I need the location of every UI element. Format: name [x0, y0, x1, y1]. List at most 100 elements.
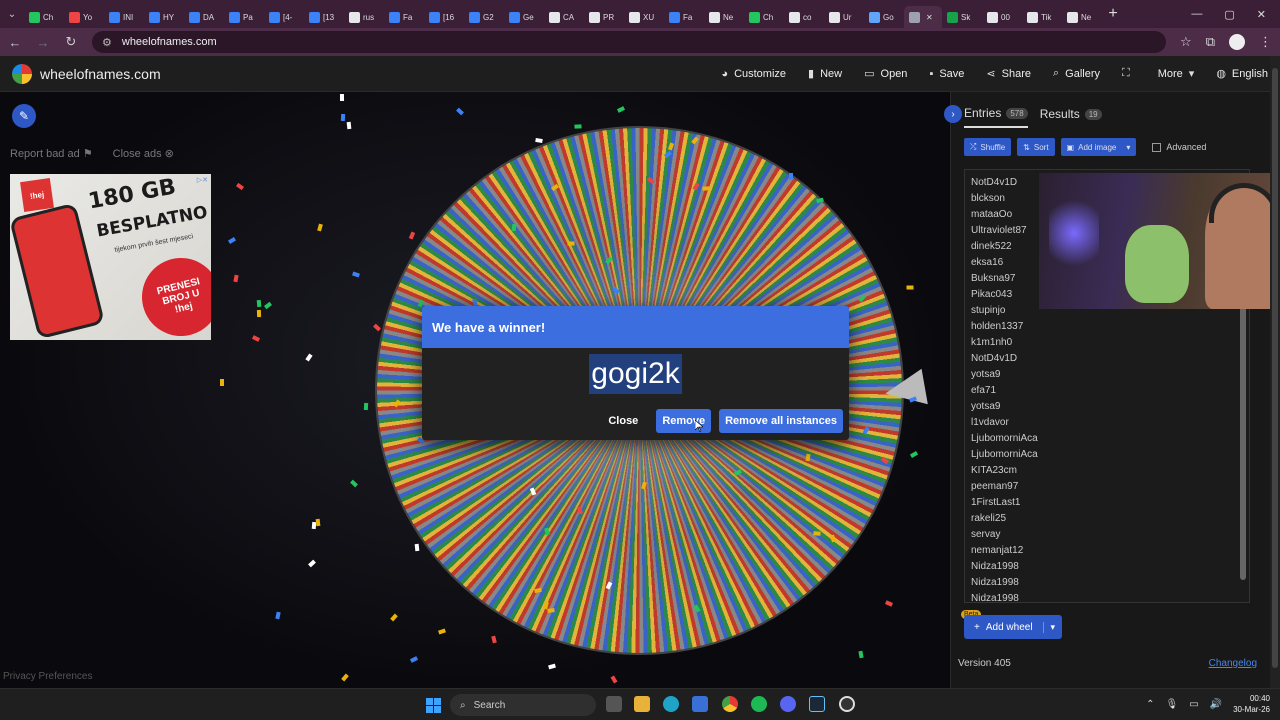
microphone-icon[interactable]: 🎙	[1165, 699, 1178, 710]
site-info-icon[interactable]: ⚙	[102, 36, 112, 49]
menu-open[interactable]: ▭ Open	[864, 67, 907, 81]
add-image-button[interactable]: ▣ Add image ▾	[1060, 138, 1137, 156]
entry-line: LjubomorniAca	[971, 433, 1038, 444]
display-icon[interactable]: ▭	[1189, 699, 1198, 710]
back-icon[interactable]: ←	[8, 35, 22, 50]
panel-tab-results[interactable]: Results 19	[1040, 106, 1102, 128]
collapse-panel-button[interactable]: ›	[944, 105, 962, 123]
add-wheel-dropdown[interactable]: ▾	[1042, 621, 1063, 633]
browser-tab[interactable]: Yo	[64, 6, 104, 28]
browser-tab[interactable]: CA	[544, 6, 584, 28]
browser-tab[interactable]: Ur	[824, 6, 864, 28]
spotify-icon[interactable]	[751, 696, 767, 712]
browser-tab[interactable]: [16	[424, 6, 464, 28]
browser-tab[interactable]: INI	[104, 6, 144, 28]
browser-tab[interactable]: 00	[982, 6, 1022, 28]
ad-banner[interactable]: !hej 180 GB BESPLATNO tijekom prvih šest…	[10, 174, 211, 340]
browser-tab[interactable]: Tik	[1022, 6, 1062, 28]
windows-taskbar: ⌕ Search ⌃ 🎙 ▭ 🔊 00:40 30-Mar-26	[0, 688, 1280, 720]
shuffle-button[interactable]: ⤮ Shuffle	[964, 138, 1012, 156]
browser-tab[interactable]: Pa	[224, 6, 264, 28]
browser-tab[interactable]: PR	[584, 6, 624, 28]
page-scrollbar-thumb[interactable]	[1272, 68, 1278, 668]
discord-icon[interactable]	[780, 696, 796, 712]
add-wheel-main[interactable]: + Add wheel	[964, 622, 1043, 633]
browser-tab[interactable]: Ch	[24, 6, 64, 28]
chrome-icon[interactable]	[722, 696, 738, 712]
confetti-piece	[256, 299, 262, 307]
new-tab-button[interactable]: +	[1102, 5, 1124, 23]
browser-tab[interactable]: Go	[864, 6, 904, 28]
task-view-icon[interactable]	[606, 696, 622, 712]
changelog-link[interactable]: Changelog	[1209, 658, 1257, 669]
maximize-icon[interactable]: ▢	[1224, 8, 1234, 21]
add-wheel-button[interactable]: + Add wheel ▾	[964, 615, 1063, 639]
remove-all-instances-button[interactable]: Remove all instances	[719, 409, 843, 433]
browser-tab[interactable]: Fa	[664, 6, 704, 28]
taskbar-search[interactable]: ⌕ Search	[450, 694, 596, 716]
menu-language[interactable]: ◍ English	[1216, 67, 1268, 81]
url-field[interactable]: ⚙ wheelofnames.com	[92, 31, 1167, 53]
close-window-icon[interactable]: ✕	[1257, 8, 1266, 21]
browser-tab[interactable]: Ne	[704, 6, 744, 28]
browser-tab[interactable]: ✕	[904, 6, 942, 28]
confetti-piece	[227, 236, 236, 244]
advanced-checkbox[interactable]: Advanced	[1152, 142, 1206, 152]
tab-favicon-icon	[149, 11, 160, 23]
sort-button[interactable]: ⇅ Sort	[1017, 138, 1055, 156]
tab-favicon-icon	[29, 11, 40, 23]
volume-icon[interactable]: 🔊	[1210, 699, 1222, 710]
minimize-icon[interactable]: —	[1191, 8, 1202, 21]
menu-fullscreen[interactable]: ⛶	[1122, 67, 1136, 80]
browser-tab[interactable]: Sk	[942, 6, 982, 28]
checkbox-box[interactable]	[1152, 142, 1162, 152]
extensions-icon[interactable]: ⧉	[1206, 34, 1215, 50]
browser-menu-icon[interactable]: ⋮	[1259, 34, 1272, 50]
entry-line: Nidza1998	[971, 577, 1019, 588]
close-button[interactable]: Close	[598, 409, 648, 433]
windows-start-icon[interactable]	[426, 698, 441, 713]
page-scrollbar[interactable]	[1270, 56, 1280, 688]
browser-tab[interactable]: DA	[184, 6, 224, 28]
reload-icon[interactable]: ↻	[64, 34, 78, 50]
browser-tab[interactable]: [13	[304, 6, 344, 28]
edge-icon[interactable]	[663, 696, 679, 712]
app-icon[interactable]	[839, 696, 855, 712]
browser-tab[interactable]: co	[784, 6, 824, 28]
menu-customize[interactable]: ◕ Customize	[721, 68, 786, 80]
close-ads-link[interactable]: Close ads ⊗	[113, 147, 174, 160]
site-logo[interactable]: wheelofnames.com	[0, 63, 161, 84]
browser-tab[interactable]: Fa	[384, 6, 424, 28]
browser-tab[interactable]: [4-	[264, 6, 304, 28]
privacy-preferences-link[interactable]: Privacy Preferences	[3, 671, 92, 682]
menu-more[interactable]: More ▾	[1158, 67, 1195, 81]
browser-tab[interactable]: Ne	[1062, 6, 1102, 28]
menu-share[interactable]: ⋖ Share	[986, 67, 1031, 81]
menu-gallery[interactable]: ⌕ Gallery	[1053, 67, 1100, 80]
close-tab-icon[interactable]: ✕	[926, 13, 933, 22]
steam-icon[interactable]	[809, 696, 825, 712]
browser-tab[interactable]: Ch	[744, 6, 784, 28]
edit-title-button[interactable]: ✎	[12, 104, 36, 128]
tab-search-button[interactable]: ⌄	[0, 9, 24, 20]
profile-avatar[interactable]	[1229, 34, 1245, 50]
menu-new[interactable]: ▮ New	[808, 67, 842, 81]
tab-favicon-icon	[469, 11, 480, 23]
menu-save[interactable]: ▪ Save	[929, 68, 964, 80]
file-explorer-icon[interactable]	[634, 696, 650, 712]
browser-tab[interactable]: Ge	[504, 6, 544, 28]
tab-label: [13	[323, 12, 335, 22]
browser-tab-bar: ⌄ Ch Yo INI HY DA Pa [4- [13 rus Fa [16 G2 Ge CA PR XU F…	[0, 0, 1280, 28]
browser-tab[interactable]: XU	[624, 6, 664, 28]
report-bad-ad-link[interactable]: Report bad ad ⚑	[10, 147, 93, 160]
browser-tab[interactable]: HY	[144, 6, 184, 28]
adchoices-icon[interactable]: ▷✕	[197, 176, 208, 184]
tray-chevron-icon[interactable]: ⌃	[1146, 699, 1154, 710]
panel-tab-entries[interactable]: Entries 578	[964, 106, 1028, 128]
forward-icon[interactable]: →	[36, 35, 50, 50]
browser-tab[interactable]: rus	[344, 6, 384, 28]
browser-tab[interactable]: G2	[464, 6, 504, 28]
clock[interactable]: 00:40 30-Mar-26	[1233, 693, 1270, 715]
store-icon[interactable]	[692, 696, 708, 712]
bookmark-star-icon[interactable]: ☆	[1180, 34, 1192, 50]
